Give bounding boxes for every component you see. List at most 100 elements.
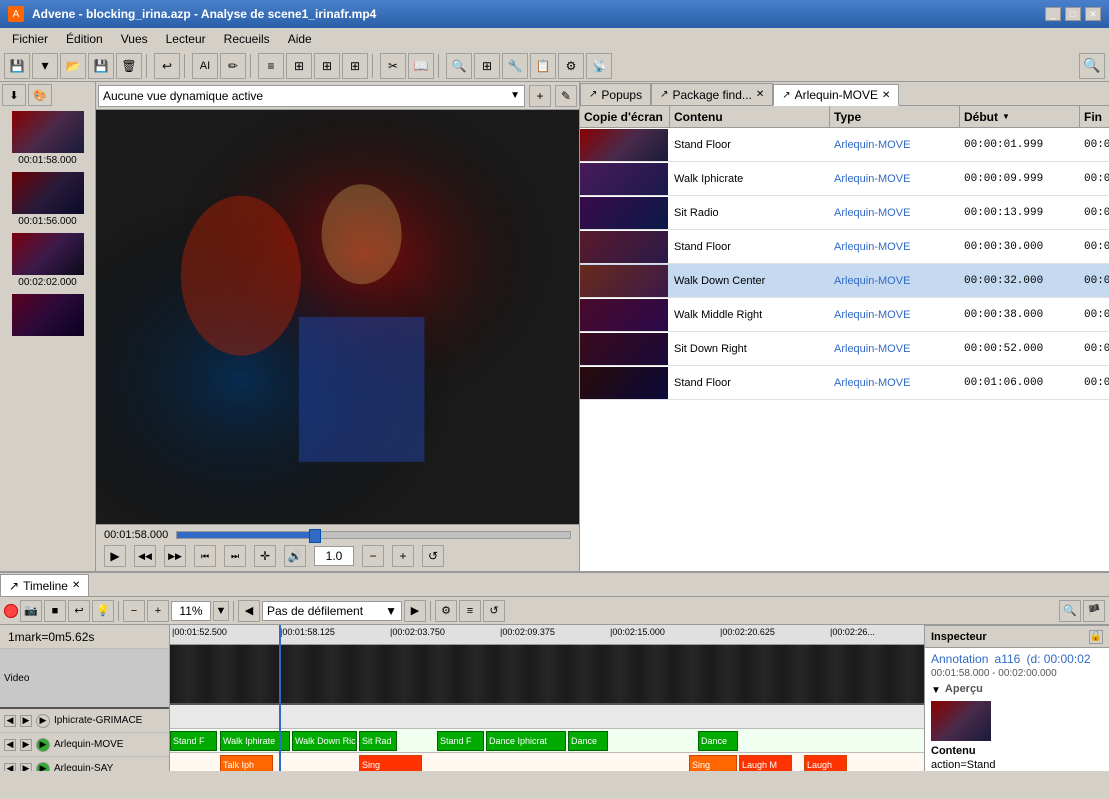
block-stand-f-2[interactable]: Stand F bbox=[437, 731, 484, 751]
delete-button[interactable]: 🗑 bbox=[116, 53, 142, 79]
table2-button[interactable]: ⊞ bbox=[314, 53, 340, 79]
menu-lecteur[interactable]: Lecteur bbox=[158, 30, 214, 48]
tl-refresh-button[interactable]: ↺ bbox=[483, 600, 505, 622]
tl-search-button[interactable]: 🔍 bbox=[1059, 600, 1081, 622]
tl-nav-right[interactable]: ▶ bbox=[404, 600, 426, 622]
tool4-button[interactable]: 📡 bbox=[586, 53, 612, 79]
tab-package-close[interactable]: ✕ bbox=[756, 89, 764, 100]
zoom-dropdown-button[interactable]: ▼ bbox=[213, 601, 229, 621]
tl-say-prev[interactable]: ◀ bbox=[4, 763, 16, 772]
menu-edition[interactable]: Édition bbox=[58, 30, 111, 48]
tl-move-play[interactable]: ▶ bbox=[36, 738, 50, 752]
tl-bulb-button[interactable]: 💡 bbox=[92, 600, 114, 622]
tl-minus-button[interactable]: − bbox=[123, 600, 145, 622]
tool3-button[interactable]: ⚙ bbox=[558, 53, 584, 79]
annotation-row-2[interactable]: Walk Iphicrate Arlequin-MOVE 00:00:09.99… bbox=[580, 162, 1109, 196]
ann-type-7[interactable]: Arlequin-MOVE bbox=[830, 341, 960, 357]
scroll-mode-dropdown[interactable]: Pas de défilement ▼ bbox=[262, 601, 402, 621]
view-edit-button[interactable]: ✎ bbox=[555, 85, 577, 107]
tl-nav-left[interactable]: ◀ bbox=[238, 600, 260, 622]
annotation-row-1[interactable]: Stand Floor Arlequin-MOVE 00:00:01.999 0… bbox=[580, 128, 1109, 162]
repeat-button[interactable]: ↺ bbox=[422, 545, 444, 567]
tab-timeline-close[interactable]: ✕ bbox=[72, 580, 80, 591]
thumbnail-4[interactable] bbox=[0, 291, 95, 341]
thumbnail-1[interactable]: 00:01:58.000 bbox=[0, 108, 95, 169]
thumbnail-3[interactable]: 00:02:02.000 bbox=[0, 230, 95, 291]
close-button[interactable]: ✕ bbox=[1085, 7, 1101, 21]
annotation-row-3[interactable]: Sit Radio Arlequin-MOVE 00:00:13.999 00:… bbox=[580, 196, 1109, 230]
tl-forward-button[interactable]: ↩ bbox=[68, 600, 90, 622]
global-search-button[interactable]: 🔍 bbox=[1079, 53, 1105, 79]
view-add-button[interactable]: + bbox=[529, 85, 551, 107]
ann-type-4[interactable]: Arlequin-MOVE bbox=[830, 239, 960, 255]
block-talk-iph[interactable]: Talk Iph bbox=[220, 755, 273, 771]
edit-button[interactable]: ✏ bbox=[220, 53, 246, 79]
forward-button[interactable]: ▶▶ bbox=[164, 545, 186, 567]
annotation-row-7[interactable]: Sit Down Right Arlequin-MOVE 00:00:52.00… bbox=[580, 332, 1109, 366]
saveas-button[interactable]: 💾 bbox=[88, 53, 114, 79]
menu-aide[interactable]: Aide bbox=[280, 30, 320, 48]
table3-button[interactable]: ⊞ bbox=[342, 53, 368, 79]
tl-settings-button[interactable]: ⚙ bbox=[435, 600, 457, 622]
open-button[interactable]: ▾ bbox=[32, 53, 58, 79]
tool2-button[interactable]: 📋 bbox=[530, 53, 556, 79]
grid-button[interactable]: ⊞ bbox=[474, 53, 500, 79]
speed-increase-button[interactable]: + bbox=[392, 545, 414, 567]
playhead[interactable] bbox=[279, 625, 281, 771]
tl-iphicrate-next[interactable]: ▶ bbox=[20, 715, 32, 727]
block-stand-f-1[interactable]: Stand F bbox=[170, 731, 217, 751]
tl-stop-button[interactable]: ■ bbox=[44, 600, 66, 622]
table-button[interactable]: ⊞ bbox=[286, 53, 312, 79]
skip-back-button[interactable]: ⏮ bbox=[194, 545, 216, 567]
new-button[interactable]: 💾 bbox=[4, 53, 30, 79]
download-button[interactable]: ⬇ bbox=[2, 84, 26, 106]
block-sit-rad[interactable]: Sit Rad bbox=[359, 731, 397, 751]
tl-say-next[interactable]: ▶ bbox=[20, 763, 32, 772]
tab-timeline[interactable]: ↗ Timeline ✕ bbox=[0, 574, 89, 596]
block-laugh-m[interactable]: Laugh M bbox=[739, 755, 792, 771]
save-button[interactable]: 📂 bbox=[60, 53, 86, 79]
inspector-apercu-triangle[interactable]: ▼ bbox=[931, 685, 941, 696]
tab-arlequin-close[interactable]: ✕ bbox=[882, 90, 890, 101]
progress-handle[interactable] bbox=[309, 529, 321, 543]
col-fin[interactable]: Fin bbox=[1080, 106, 1109, 127]
ann-type-5[interactable]: Arlequin-MOVE bbox=[830, 273, 960, 289]
inspector-lock-button[interactable]: 🔒 bbox=[1089, 630, 1103, 644]
tl-snap-button[interactable]: 📷 bbox=[20, 600, 42, 622]
block-dance-1[interactable]: Dance bbox=[568, 731, 608, 751]
view-dropdown[interactable]: Aucune vue dynamique active ▼ bbox=[98, 85, 525, 107]
block-dance-iphicrat[interactable]: Dance Iphicrat bbox=[486, 731, 566, 751]
tool1-button[interactable]: 🔧 bbox=[502, 53, 528, 79]
tl-plus-button[interactable]: + bbox=[147, 600, 169, 622]
tl-flag-button[interactable]: 🏴 bbox=[1083, 600, 1105, 622]
tl-iphicrate-play[interactable]: ▶ bbox=[36, 714, 50, 728]
ann-type-1[interactable]: Arlequin-MOVE bbox=[830, 137, 960, 153]
block-sing-1[interactable]: Sing bbox=[359, 755, 422, 771]
block-laugh[interactable]: Laugh bbox=[804, 755, 847, 771]
annotation-row-6[interactable]: Walk Middle Right Arlequin-MOVE 00:00:38… bbox=[580, 298, 1109, 332]
tl-move-next[interactable]: ▶ bbox=[20, 739, 32, 751]
col-debut[interactable]: Début ▼ bbox=[960, 106, 1080, 127]
maximize-button[interactable]: □ bbox=[1065, 7, 1081, 21]
record-button[interactable] bbox=[4, 604, 18, 618]
window-controls[interactable]: _ □ ✕ bbox=[1045, 7, 1101, 21]
col-screenshot[interactable]: Copie d'écran bbox=[580, 106, 670, 127]
play-button[interactable]: ▶ bbox=[104, 545, 126, 567]
palette-button[interactable]: 🎨 bbox=[28, 84, 52, 106]
minimize-button[interactable]: _ bbox=[1045, 7, 1061, 21]
tl-iphicrate-prev[interactable]: ◀ bbox=[4, 715, 16, 727]
ann-type-3[interactable]: Arlequin-MOVE bbox=[830, 205, 960, 221]
speed-decrease-button[interactable]: − bbox=[362, 545, 384, 567]
progress-bar[interactable] bbox=[176, 531, 571, 539]
block-sing-2[interactable]: Sing bbox=[689, 755, 737, 771]
ann-type-6[interactable]: Arlequin-MOVE bbox=[830, 307, 960, 323]
annotation-row-5[interactable]: Walk Down Center Arlequin-MOVE 00:00:32.… bbox=[580, 264, 1109, 298]
tab-popups[interactable]: ↗ Popups bbox=[580, 83, 651, 105]
thumbnail-2[interactable]: 00:01:56.000 bbox=[0, 169, 95, 230]
col-type[interactable]: Type bbox=[830, 106, 960, 127]
ai-button[interactable]: AI bbox=[192, 53, 218, 79]
block-walk-down-ric[interactable]: Walk Down Ric bbox=[292, 731, 357, 751]
annotation-row-4[interactable]: Stand Floor Arlequin-MOVE 00:00:30.000 0… bbox=[580, 230, 1109, 264]
book-button[interactable]: 📖 bbox=[408, 53, 434, 79]
tl-say-play[interactable]: ▶ bbox=[36, 762, 50, 772]
